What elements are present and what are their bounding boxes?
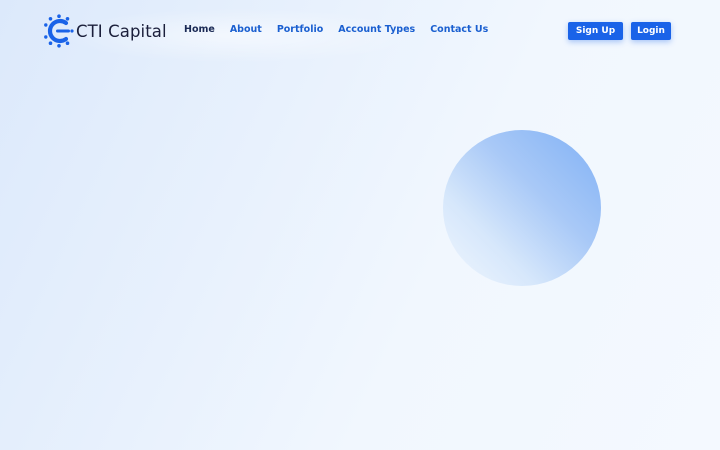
nav-item-portfolio[interactable]: Portfolio: [277, 24, 323, 35]
nav-item-account-types[interactable]: Account Types: [338, 24, 415, 35]
nav-item-about[interactable]: About: [230, 24, 262, 35]
hero-decorative-circle: [443, 130, 601, 286]
brand-logo[interactable]: CTI Capital: [44, 14, 167, 48]
main-nav: Home About Portfolio Account Types Conta…: [184, 24, 488, 35]
sign-up-button[interactable]: Sign Up: [568, 22, 623, 40]
site-header: CTI Capital Home About Portfolio Account…: [0, 0, 720, 62]
login-button[interactable]: Login: [631, 22, 671, 40]
cti-logo-icon: [44, 14, 74, 48]
nav-item-contact-us[interactable]: Contact Us: [430, 24, 488, 35]
nav-item-home[interactable]: Home: [184, 24, 215, 35]
brand-name: CTI Capital: [76, 21, 167, 41]
